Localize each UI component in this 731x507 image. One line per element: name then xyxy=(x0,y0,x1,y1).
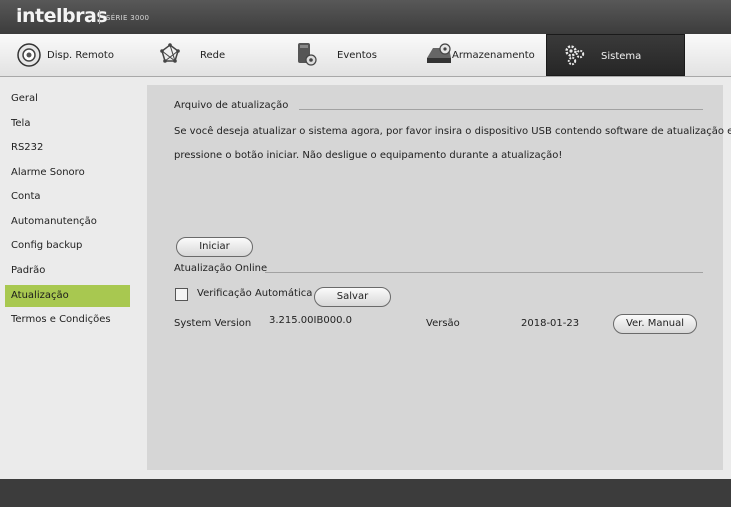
footer-bar xyxy=(0,479,731,507)
sidebar-item-config-backup[interactable]: Config backup xyxy=(5,235,130,257)
events-icon xyxy=(295,41,317,70)
section-divider xyxy=(265,272,703,273)
tab-sistema[interactable]: Sistema xyxy=(546,34,685,76)
sidebar: Geral Tela RS232 Alarme Sonoro Conta Aut… xyxy=(0,85,139,479)
title-bar: intelbras SÉRIE 3000 xyxy=(0,0,731,35)
storage-icon xyxy=(425,42,453,67)
system-version-label: System Version xyxy=(174,318,252,329)
update-instructions-line-1: Se você deseja atualizar o sistema agora… xyxy=(174,126,731,137)
tab-disp-remoto[interactable]: Disp. Remoto xyxy=(0,34,142,76)
tab-label: Armazenamento xyxy=(452,50,535,61)
sidebar-item-automanutencao[interactable]: Automanutenção xyxy=(5,211,130,233)
start-button[interactable]: Iniciar xyxy=(176,237,253,257)
save-button[interactable]: Salvar xyxy=(314,287,391,307)
camera-icon xyxy=(16,42,42,71)
sidebar-item-rs232[interactable]: RS232 xyxy=(5,137,130,159)
tab-label: Eventos xyxy=(337,50,377,61)
sidebar-item-conta[interactable]: Conta xyxy=(5,186,130,208)
tab-label: Disp. Remoto xyxy=(47,50,114,61)
version-label: Versão xyxy=(426,318,460,329)
sidebar-item-geral[interactable]: Geral xyxy=(5,88,130,110)
tab-eventos[interactable]: Eventos xyxy=(279,34,412,76)
main-tab-bar: Disp. Remoto Rede Eventos Armazenamento … xyxy=(0,34,731,77)
sidebar-item-padrao[interactable]: Padrão xyxy=(5,260,130,282)
version-date: 2018-01-23 xyxy=(521,318,580,329)
update-file-section-title: Arquivo de atualização xyxy=(174,100,289,111)
content-area: Geral Tela RS232 Alarme Sonoro Conta Aut… xyxy=(0,77,731,479)
auto-check-label: Verificação Automática xyxy=(197,288,313,299)
tab-label: Rede xyxy=(200,50,226,61)
system-version-value: 3.215.00IB000.0 xyxy=(269,315,352,326)
tab-label: Sistema xyxy=(601,51,642,62)
sidebar-item-atualizacao[interactable]: Atualização xyxy=(5,285,130,307)
logo-divider xyxy=(99,10,100,24)
tab-armazenamento[interactable]: Armazenamento xyxy=(412,34,546,76)
sidebar-item-alarme-sonoro[interactable]: Alarme Sonoro xyxy=(5,162,130,184)
series-label: SÉRIE 3000 xyxy=(106,14,150,22)
update-panel: Arquivo de atualização Se você deseja at… xyxy=(147,85,731,470)
auto-check-checkbox[interactable] xyxy=(175,288,188,301)
section-divider xyxy=(299,109,703,110)
network-icon xyxy=(159,43,181,68)
online-update-section-title: Atualização Online xyxy=(174,263,268,274)
sidebar-item-termos-e-condicoes[interactable]: Termos e Condições xyxy=(5,309,130,331)
update-instructions-line-2: pressione o botão iniciar. Não desligue … xyxy=(174,150,563,161)
view-manual-button[interactable]: Ver. Manual xyxy=(613,314,697,334)
gears-icon xyxy=(563,43,587,70)
tab-rede[interactable]: Rede xyxy=(142,34,279,76)
sidebar-item-tela[interactable]: Tela xyxy=(5,113,130,135)
brand-logo: intelbras xyxy=(16,5,108,27)
